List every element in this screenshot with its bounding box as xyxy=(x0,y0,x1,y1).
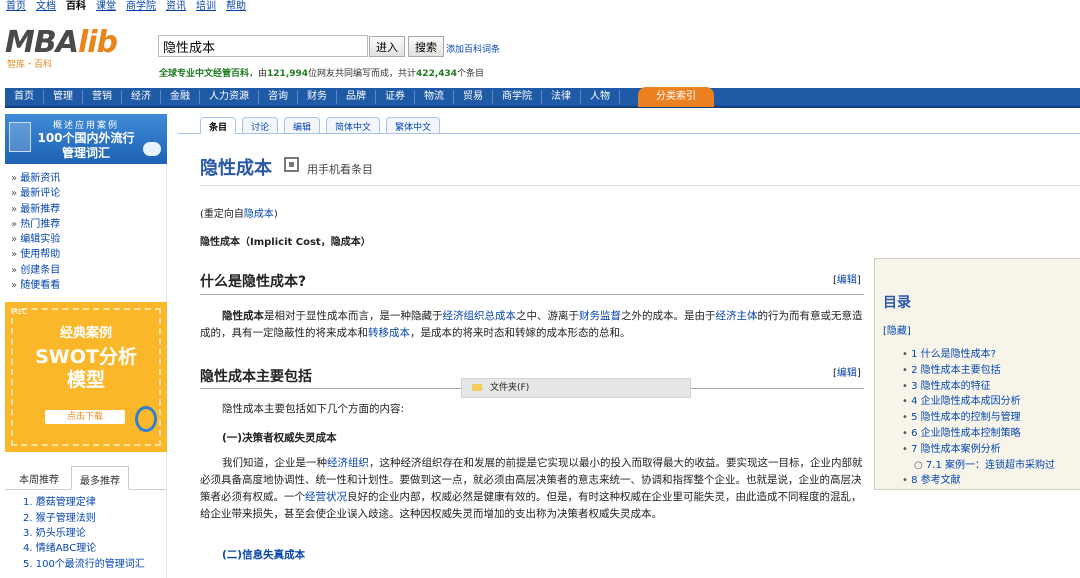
context-menu-item[interactable]: 文件夹(F) xyxy=(490,383,529,393)
topnav-news[interactable]: 资讯 xyxy=(166,0,186,12)
list-item[interactable]: 5. 100个最流行的管理词汇 xyxy=(23,557,166,572)
title-divider xyxy=(200,185,1080,186)
toc-item[interactable]: 2 隐性成本主要包括 xyxy=(902,363,1080,379)
site-logo[interactable]: MBAlib 智库・百科 xyxy=(5,25,150,71)
cat-brand[interactable]: 品牌 xyxy=(337,90,376,104)
cat-law[interactable]: 法律 xyxy=(542,90,581,104)
logo-word-main: MBA xyxy=(5,25,79,60)
redirect-note: (重定向自隐成本) xyxy=(200,209,278,220)
quick-link-latest-recommended[interactable]: 最新推荐 xyxy=(11,202,166,217)
category-bar: 首页 管理 营销 经济 金融 人力资源 咨询 财务 品牌 证券 物流 贸易 商学… xyxy=(5,87,1080,108)
alias-line: 隐性成本（Implicit Cost，隐成本） xyxy=(200,237,371,248)
subheading-info-distortion: (二)信息失真成本 xyxy=(222,549,306,561)
tab-entry[interactable]: 条目 xyxy=(200,117,237,134)
quick-link-edit-lab[interactable]: 编辑实验 xyxy=(11,232,166,247)
content-tabs: 条目 讨论 编辑 简体中文 繁体中文 xyxy=(178,117,1080,134)
toc-item[interactable]: 7 隐性成本案例分析 xyxy=(902,442,1080,458)
quick-link-hot[interactable]: 热门推荐 xyxy=(11,217,166,232)
includes-intro: 隐性成本主要包括如下几个方面的内容: xyxy=(222,403,405,415)
cat-home[interactable]: 首页 xyxy=(5,90,44,104)
definition-paragraph: 隐性成本是相对于显性成本而言，是一种隐藏于经济组织总成本之中、游离于财务监督之外… xyxy=(200,310,863,339)
recommend-tabs: 本周推荐 最多推荐 xyxy=(5,466,166,491)
swot-banner-tag: REC xyxy=(13,308,28,317)
redirect-link[interactable]: 隐成本 xyxy=(244,209,274,220)
topnav-docs[interactable]: 文档 xyxy=(36,0,56,12)
cloud-icon xyxy=(143,142,161,156)
search-input[interactable] xyxy=(158,35,368,57)
top-nav: 首页 文档 百科 课堂 商学院 资讯 培训 帮助 xyxy=(6,0,246,12)
quick-link-latest-comments[interactable]: 最新评论 xyxy=(11,186,166,201)
table-of-contents: 目录 [隐藏] 1 什么是隐性成本? 2 隐性成本主要包括 3 隐性成本的特征 … xyxy=(874,258,1080,490)
tab-simplified[interactable]: 简体中文 xyxy=(326,117,381,133)
cat-trade[interactable]: 贸易 xyxy=(454,90,493,104)
left-sidebar: 概述应用案例 100个国内外流行 管理词汇 最新资讯 最新评论 最新推荐 热门推… xyxy=(5,114,167,578)
quick-links: 最新资讯 最新评论 最新推荐 热门推荐 编辑实验 使用帮助 创建条目 随便看看 xyxy=(5,164,166,293)
topnav-business-school[interactable]: 商学院 xyxy=(126,0,156,12)
section-edit-link[interactable]: [编辑] xyxy=(833,364,861,379)
context-menu[interactable]: 文件夹(F) xyxy=(461,378,691,398)
swot-banner[interactable]: REC 经典案例 SWOT分析 模型 点击下载 xyxy=(5,302,167,453)
add-entry-link[interactable]: 添加百科词条 xyxy=(446,42,500,55)
quick-link-latest-news[interactable]: 最新资讯 xyxy=(11,171,166,186)
list-item[interactable]: 1. 蘑菇管理定律 xyxy=(23,495,166,510)
cat-hr[interactable]: 人力资源 xyxy=(200,90,259,104)
site-stats: 全球专业中文经管百科，由121,994位网友共同编写而成，共计422,434个条… xyxy=(159,69,485,79)
cat-economics[interactable]: 经济 xyxy=(122,90,161,104)
topnav-class[interactable]: 课堂 xyxy=(96,0,116,12)
topnav-training[interactable]: 培训 xyxy=(196,0,216,12)
cat-business-school[interactable]: 商学院 xyxy=(493,90,542,104)
mobile-view-link[interactable]: 用手机看条目 xyxy=(307,161,373,177)
cat-logistics[interactable]: 物流 xyxy=(415,90,454,104)
quick-link-create-entry[interactable]: 创建条目 xyxy=(11,263,166,278)
folder-icon xyxy=(472,384,482,391)
quick-link-help[interactable]: 使用帮助 xyxy=(11,247,166,262)
toc-item[interactable]: 1 什么是隐性成本? xyxy=(902,347,1080,363)
topnav-home[interactable]: 首页 xyxy=(6,0,26,12)
cat-securities[interactable]: 证券 xyxy=(376,90,415,104)
topnav-help[interactable]: 帮助 xyxy=(226,0,246,12)
section-heading-what: 什么是隐性成本? xyxy=(200,274,307,290)
cat-management[interactable]: 管理 xyxy=(44,90,83,104)
subheading-authority: (一)决策者权威失灵成本 xyxy=(222,432,337,444)
toc-item[interactable]: 3 隐性成本的特征 xyxy=(902,379,1080,395)
download-button[interactable]: 点击下载 xyxy=(45,410,125,425)
tab-traditional[interactable]: 繁体中文 xyxy=(386,117,441,133)
swot-banner-line1: 经典案例 xyxy=(59,326,112,342)
toc-item[interactable]: 5 隐性成本的控制与管理 xyxy=(902,410,1080,426)
cat-people[interactable]: 人物 xyxy=(581,90,620,104)
tab-weekly[interactable]: 本周推荐 xyxy=(11,466,67,489)
toc-title: 目录 xyxy=(883,295,911,311)
section-divider xyxy=(200,294,864,295)
authority-paragraph: 我们知道，企业是一种经济组织，这种经济组织存在和发展的前提是它实现以最小的投入而… xyxy=(200,457,863,520)
tab-edit[interactable]: 编辑 xyxy=(284,117,321,133)
qr-code-icon[interactable] xyxy=(284,157,299,172)
cat-consulting[interactable]: 咨询 xyxy=(259,90,298,104)
tab-discussion[interactable]: 讨论 xyxy=(242,117,279,133)
tab-most-recommended[interactable]: 最多推荐 xyxy=(71,466,129,491)
page-title: 隐性成本 xyxy=(200,158,272,179)
toc-subitem[interactable]: 7.1 案例一：连锁超市采购过 xyxy=(902,458,1080,474)
topnav-wiki[interactable]: 百科 xyxy=(66,0,86,12)
toc-item[interactable]: 4 企业隐性成本成因分析 xyxy=(902,394,1080,410)
toc-item[interactable]: 8 参考文献 xyxy=(902,473,1080,489)
section-heading-includes: 隐性成本主要包括 xyxy=(200,369,312,385)
list-item[interactable]: 2. 猴子管理法则 xyxy=(23,511,166,526)
swot-banner-line2: SWOT分析 模型 xyxy=(35,346,137,392)
quick-link-random[interactable]: 随便看看 xyxy=(11,278,166,293)
toc-hide-link[interactable]: [隐藏] xyxy=(875,312,1080,337)
category-index-tab[interactable]: 分类索引 xyxy=(638,87,714,107)
cat-marketing[interactable]: 营销 xyxy=(83,90,122,104)
search-button[interactable]: 搜索 xyxy=(408,36,444,57)
enter-button[interactable]: 进入 xyxy=(369,36,405,57)
logo-word-lib: lib xyxy=(77,25,118,60)
recommend-list: 1. 蘑菇管理定律 2. 猴子管理法则 3. 奶头乐理论 4. 情绪ABC理论 … xyxy=(5,490,166,571)
cat-accounting[interactable]: 财务 xyxy=(298,90,337,104)
section-edit-link[interactable]: [编辑] xyxy=(833,271,861,286)
toc-item[interactable]: 6 企业隐性成本控制策略 xyxy=(902,426,1080,442)
list-item[interactable]: 3. 奶头乐理论 xyxy=(23,526,166,541)
list-item[interactable]: 4. 情绪ABC理论 xyxy=(23,541,166,556)
vocab-banner[interactable]: 概述应用案例 100个国内外流行 管理词汇 xyxy=(5,114,167,164)
book-icon xyxy=(9,122,31,152)
cat-finance[interactable]: 金融 xyxy=(161,90,200,104)
